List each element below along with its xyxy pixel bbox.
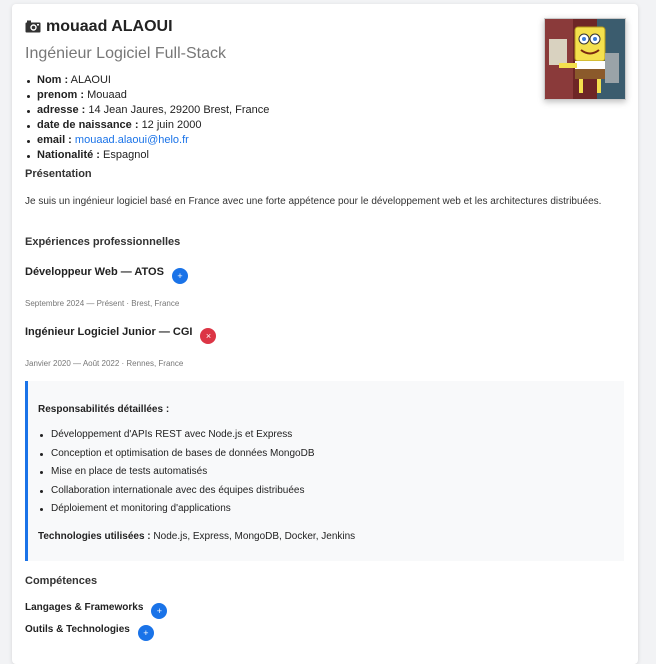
list-item: Développement d'APIs REST avec Node.js e… [38, 426, 315, 445]
list-item: Collaboration internationale avec des éq… [38, 482, 315, 501]
job-meta-atos: Septembre 2024 — Présent · Brest, France [25, 299, 180, 308]
skill-group-languages: Langages & Frameworks + [25, 602, 168, 619]
presentation-heading: Présentation [25, 168, 92, 180]
skills-heading: Compétences [25, 575, 98, 587]
list-item: Conception et optimisation de bases de d… [38, 445, 315, 464]
job-details-panel: Responsabilités détaillées : Développeme… [25, 381, 624, 561]
info-item-nationalite: Nationalité : Espagnol [25, 148, 269, 163]
presentation-text: Je suis un ingénieur logiciel basé en Fr… [25, 196, 602, 207]
job-subtitle: Ingénieur Logiciel Full-Stack [25, 45, 226, 62]
expand-button-tools[interactable]: + [137, 625, 154, 641]
skill-group-tools: Outils & Technologies + [25, 624, 154, 641]
experience-heading: Expériences professionnelles [25, 236, 181, 248]
email-link[interactable]: mouaad.alaoui@helo.fr [75, 134, 189, 146]
page-title: mouaad ALAOUI [25, 18, 173, 38]
expand-button-languages[interactable]: + [151, 603, 168, 619]
job-meta-cgi: Janvier 2020 — Août 2022 · Rennes, Franc… [25, 359, 184, 368]
cv-card: mouaad ALAOUI Ingénieur Logiciel Full-St… [12, 4, 638, 664]
list-item: Mise en place de tests automatisés [38, 463, 315, 482]
full-name: mouaad ALAOUI [46, 18, 173, 35]
info-item-email: email : mouaad.alaoui@helo.fr [25, 133, 269, 148]
collapse-button-cgi[interactable]: × [200, 328, 217, 344]
info-item-adresse: adresse : 14 Jean Jaures, 29200 Brest, F… [25, 103, 269, 118]
info-item-prenom: prenom : Mouaad [25, 88, 269, 103]
info-item-nom: Nom : ALAOUI [25, 73, 269, 88]
personal-info-list: Nom : ALAOUI prenom : Mouaad adresse : 1… [25, 73, 269, 163]
job-title-atos: Développeur Web — ATOS + [25, 266, 188, 284]
camera-icon [25, 20, 41, 38]
job-title-cgi: Ingénieur Logiciel Junior — CGI × [25, 326, 217, 344]
details-heading: Responsabilités détaillées : [38, 404, 170, 415]
responsibilities-list: Développement d'APIs REST avec Node.js e… [38, 426, 315, 519]
profile-photo [544, 18, 626, 100]
info-item-date-naissance: date de naissance : 12 juin 2000 [25, 118, 269, 133]
technologies-line: Technologies utilisées : Node.js, Expres… [38, 531, 356, 542]
expand-button-atos[interactable]: + [171, 268, 188, 284]
list-item: Déploiement et monitoring d'applications [38, 500, 315, 519]
